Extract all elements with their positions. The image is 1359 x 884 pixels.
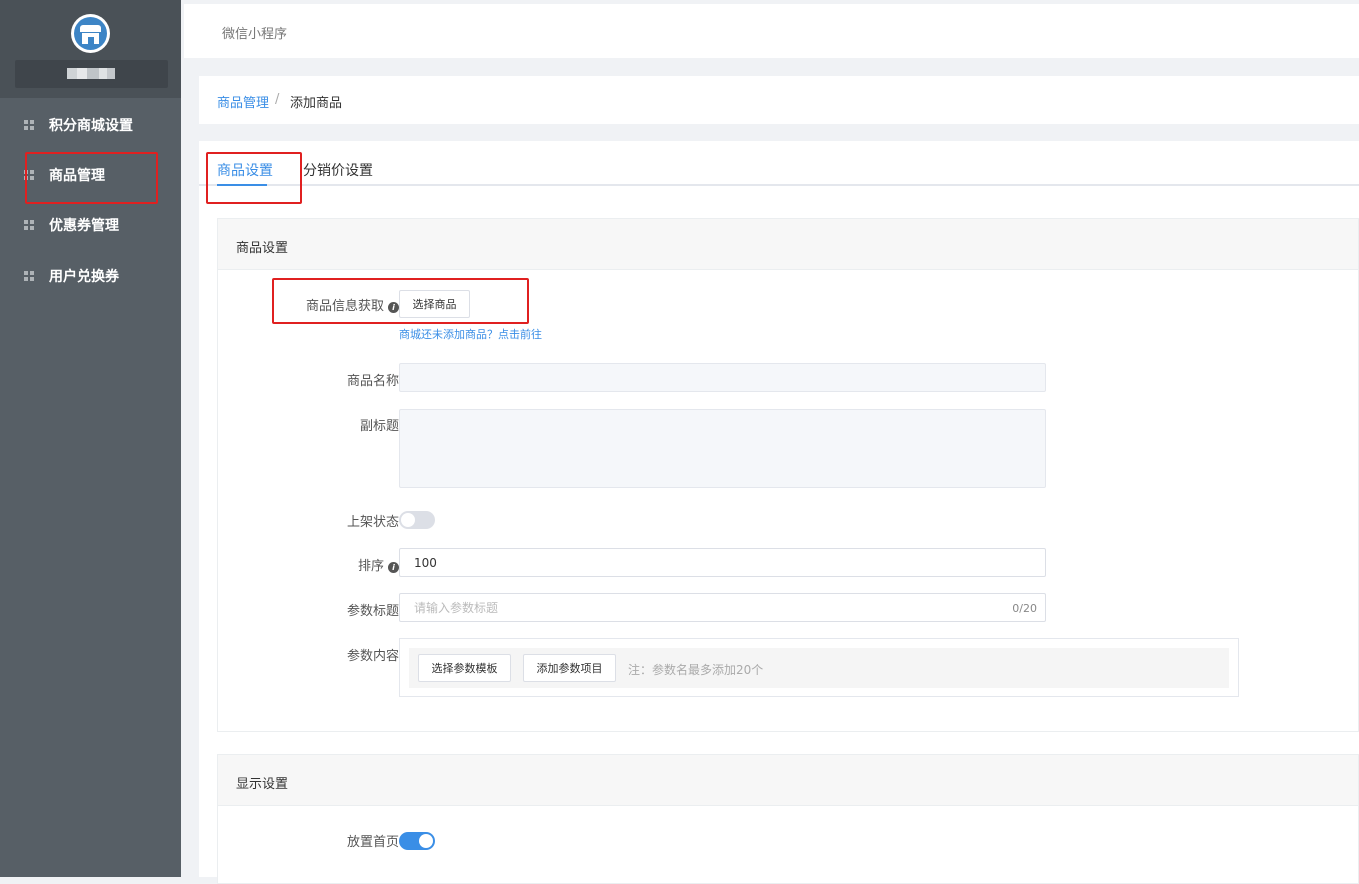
sidebar-item-user-vouchers[interactable]: 用户兑换券 — [0, 256, 181, 296]
sidebar-header — [0, 0, 181, 98]
param-note: 注：参数名最多添加20个 — [628, 663, 764, 677]
tab-bar: 商品设置 分销价设置 — [199, 141, 1359, 186]
sidebar-item-label: 用户兑换券 — [49, 269, 119, 285]
fetch-label: 商品信息获取 i — [218, 295, 399, 314]
add-param-item-button[interactable]: 添加参数项目 — [523, 654, 616, 682]
card-heading: 显示设置 — [218, 755, 1358, 806]
fetch-label-text: 商品信息获取 — [305, 299, 384, 314]
sidebar-item-coupon-management[interactable]: 优惠券管理 — [0, 205, 181, 245]
char-counter: 0/20 — [1012, 602, 1037, 615]
toggle-knob — [401, 513, 415, 527]
product-name-field[interactable] — [399, 363, 1046, 392]
sort-label: 排序 i — [218, 555, 399, 574]
sidebar: 积分商城设置 商品管理 优惠券管理 用户兑换券 — [0, 0, 181, 877]
tab-distribution-price-settings[interactable]: 分销价设置 — [303, 160, 373, 180]
breadcrumb-current: 添加商品 — [290, 96, 343, 111]
tab-product-settings[interactable]: 商品设置 — [217, 160, 273, 180]
param-toolbar: 选择参数模板 添加参数项目 注：参数名最多添加20个 — [409, 648, 1229, 688]
sidebar-item-label: 优惠券管理 — [49, 218, 119, 234]
select-product-button[interactable]: 选择商品 — [399, 290, 470, 318]
info-icon: i — [388, 562, 399, 573]
info-icon: i — [388, 302, 399, 313]
tab-active-indicator — [217, 184, 267, 186]
grid-icon — [24, 169, 35, 181]
breadcrumb-separator: / — [275, 92, 280, 107]
param-title-placeholder: 请输入参数标题 — [414, 601, 499, 615]
shop-logo-icon[interactable] — [71, 14, 110, 53]
select-param-template-button[interactable]: 选择参数模板 — [418, 654, 511, 682]
sidebar-item-label: 商品管理 — [49, 168, 105, 184]
param-title-label: 参数标题 — [346, 604, 399, 619]
sidebar-item-product-management[interactable]: 商品管理 — [0, 155, 181, 195]
sort-label-text: 排序 — [357, 559, 384, 574]
grid-icon — [24, 270, 35, 282]
main-panel: 商品设置 分销价设置 商品设置 商品信息获取 i 选择商品 商城还未添加商品？点击… — [199, 141, 1359, 884]
shop-name-blurred — [67, 68, 115, 79]
param-content-box: 选择参数模板 添加参数项目 注：参数名最多添加20个 — [399, 638, 1239, 697]
homepage-label: 放置首页 — [346, 835, 399, 850]
product-settings-card: 商品设置 商品信息获取 i 选择商品 商城还未添加商品？点击前往 商品名称 副标题… — [217, 218, 1359, 732]
sort-input[interactable]: 100 — [399, 548, 1046, 577]
card-heading: 商品设置 — [218, 219, 1358, 270]
topbar: 微信小程序 — [184, 4, 1359, 58]
name-label: 商品名称 — [346, 374, 399, 389]
status-label: 上架状态 — [346, 515, 399, 530]
subtitle-textarea[interactable] — [399, 409, 1046, 488]
homepage-toggle[interactable] — [399, 832, 435, 850]
display-settings-card: 显示设置 放置首页 — [217, 754, 1359, 884]
listing-status-toggle[interactable] — [399, 511, 435, 529]
subtitle-label: 副标题 — [359, 419, 399, 434]
sidebar-item-points-mall-settings[interactable]: 积分商城设置 — [0, 105, 181, 145]
sidebar-item-label: 积分商城设置 — [49, 118, 133, 134]
breadcrumb-parent-link[interactable]: 商品管理 — [217, 92, 269, 111]
grid-icon — [24, 219, 35, 231]
app-title: 微信小程序 — [222, 27, 288, 42]
breadcrumb: 商品管理 / 添加商品 — [199, 76, 1359, 124]
param-title-input[interactable]: 请输入参数标题 0/20 — [399, 593, 1046, 622]
toggle-knob — [419, 834, 433, 848]
grid-icon — [24, 119, 35, 131]
param-content-label: 参数内容 — [346, 649, 399, 664]
add-product-link[interactable]: 商城还未添加商品？点击前往 — [399, 326, 542, 342]
